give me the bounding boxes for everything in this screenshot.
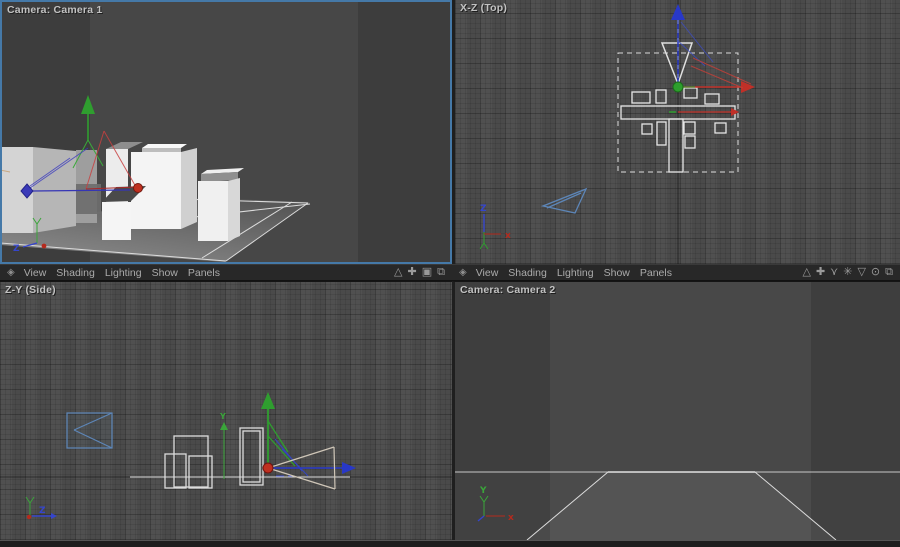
viewport-camera1-label: Camera: Camera 1	[7, 4, 102, 16]
frame-view-icon[interactable]: ▣	[422, 267, 432, 278]
menu-show[interactable]: Show	[152, 267, 178, 279]
viewport-camera2[interactable]: Camera: Camera 2 Y x	[452, 281, 900, 540]
panel-menu-icon[interactable]: ◈	[459, 267, 467, 278]
viewport-side[interactable]: Z-Y (Side) Y	[0, 281, 452, 540]
svg-text:Z: Z	[480, 204, 487, 214]
move-tool-icon[interactable]: ✚	[408, 267, 417, 278]
bottom-bar	[0, 540, 900, 547]
viewport-top[interactable]: X-Z (Top)	[452, 0, 900, 264]
menu-lighting[interactable]: Lighting	[105, 267, 142, 279]
menu-panels[interactable]: Panels	[640, 267, 672, 279]
warning-triangle-icon[interactable]: △	[394, 267, 402, 278]
menu-shading[interactable]: Shading	[56, 267, 95, 279]
side-scene: Y	[0, 282, 452, 540]
panel-menu-icon[interactable]: ◈	[7, 267, 15, 278]
panel-menubar-right: ◈ View Shading Lighting Show Panels △ ✚ …	[452, 264, 900, 281]
viewport-top-label: X-Z (Top)	[460, 2, 507, 14]
svg-text:x: x	[505, 231, 511, 241]
side-camera2-icon	[67, 413, 112, 448]
top-camera2-icon	[543, 189, 586, 213]
layout-grid-icon[interactable]: ⧉	[437, 267, 445, 278]
top-scene: Z x	[455, 0, 900, 264]
svg-text:Z: Z	[39, 506, 46, 516]
svg-text:Y: Y	[479, 486, 487, 496]
menu-shading[interactable]: Shading	[508, 267, 547, 279]
isolate-select-icon[interactable]: ⋎	[830, 267, 838, 278]
3d-app-window: Camera: Camera 1	[0, 0, 900, 547]
layout-grid-icon[interactable]: ⧉	[885, 267, 893, 278]
menu-view[interactable]: View	[24, 267, 47, 279]
viewport-side-label: Z-Y (Side)	[5, 284, 56, 296]
side-wireframe-buildings	[165, 428, 263, 488]
menu-lighting[interactable]: Lighting	[557, 267, 594, 279]
svg-text:Z: Z	[13, 244, 20, 254]
menu-panels[interactable]: Panels	[188, 267, 220, 279]
circle-dot-icon[interactable]: ⊙	[871, 267, 880, 278]
top-axis-indicator: Z x	[480, 204, 511, 249]
camera1-scene: Z	[2, 2, 450, 262]
viewport-camera2-label: Camera: Camera 2	[460, 284, 555, 296]
viewport-camera1[interactable]: Camera: Camera 1	[0, 0, 452, 264]
warning-triangle-icon[interactable]: △	[802, 267, 810, 278]
svg-text:Y: Y	[219, 412, 226, 421]
side-axis-indicator: Z	[26, 497, 57, 519]
svg-text:x: x	[508, 513, 514, 523]
burst-icon[interactable]: ✳	[843, 267, 852, 278]
light-cone-icon[interactable]: ▽	[857, 267, 865, 278]
menu-show[interactable]: Show	[604, 267, 630, 279]
move-tool-icon[interactable]: ✚	[816, 267, 825, 278]
camera2-scene: Y x	[455, 282, 900, 540]
top-camera-manipulator	[662, 4, 755, 116]
menu-view[interactable]: View	[476, 267, 499, 279]
panel-menubar-left: ◈ View Shading Lighting Show Panels △ ✚ …	[0, 264, 452, 281]
